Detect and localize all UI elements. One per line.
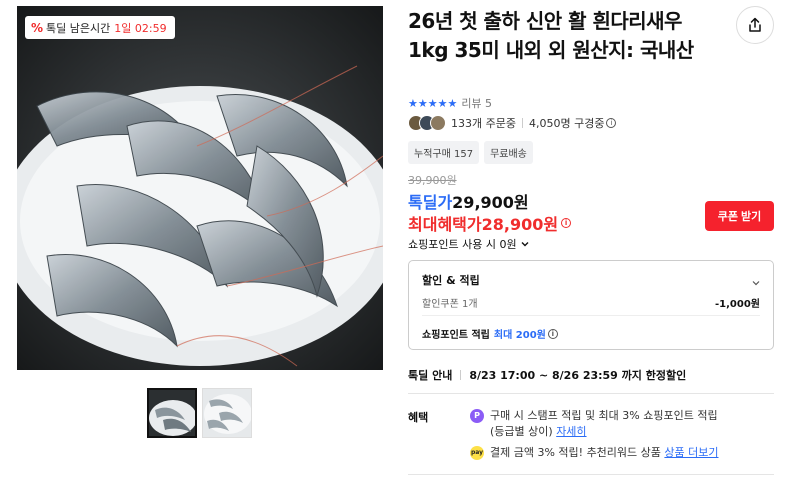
benefit-item: pay 결제 금액 3% 적립! 추천리워드 상품 상품 더보기 (470, 445, 719, 461)
order-count: 133개 주문중 (451, 117, 516, 130)
coupon-count: 할인쿠폰 1개 (422, 299, 478, 310)
max-benefit-price: 최대혜택가 28,900원 i (408, 211, 572, 235)
deal-timer-time: 1일 02:59 (114, 21, 167, 35)
chevron-down-icon (752, 281, 760, 286)
info-icon[interactable]: i (561, 218, 572, 228)
deal-price: 톡딜가29,900원 (408, 189, 529, 213)
pay-icon: pay (470, 446, 484, 460)
product-title: 26년 첫 출하 신안 활 흰다리새우 1kg 35미 내외 외 원산지: 국내… (408, 9, 694, 62)
info-icon[interactable]: i (606, 118, 617, 128)
point-use-label: 쇼핑포인트 사용 시 (408, 238, 496, 251)
percent-icon: % (31, 20, 44, 35)
deal-info-label: 톡딜 안내 (408, 369, 453, 382)
deal-timer-label: 톡딜 남은시간 (46, 21, 111, 35)
benefit-text: 결제 금액 3% 적립! 추천리워드 상품 (490, 446, 661, 459)
thumbnail-list (147, 388, 252, 438)
max-price-label: 최대혜택가 (408, 215, 482, 234)
point-icon: P (470, 409, 484, 423)
benefit-item: P 구매 시 스탬프 적립 및 최대 3% 쇼핑포인트 적립 (등급별 상이) … (470, 408, 718, 440)
point-use-value: 0원 (499, 238, 517, 251)
tag-free-shipping: 무료배송 (484, 141, 533, 164)
coupon-value: -1,000원 (715, 299, 760, 310)
tag-list: 누적구매 157 무료배송 (408, 141, 533, 164)
star-rating: ★★★★★ (408, 96, 458, 110)
divider (422, 315, 760, 316)
avatar (430, 115, 446, 131)
discount-box-title: 할인 & 적립 (422, 274, 480, 287)
original-price: 39,900원 (408, 174, 457, 187)
rating-row[interactable]: ★★★★★ 리뷰 5 (408, 95, 492, 111)
discount-box-toggle[interactable] (751, 273, 761, 292)
details-link[interactable]: 자세히 (556, 425, 586, 438)
share-icon (749, 17, 761, 32)
share-button[interactable] (736, 6, 774, 44)
deal-price-label: 톡딜가 (408, 193, 453, 212)
buyer-avatars (408, 115, 446, 131)
point-use-toggle[interactable]: 쇼핑포인트 사용 시 0원 (408, 236, 530, 252)
more-products-link[interactable]: 상품 더보기 (664, 446, 718, 459)
divider (521, 118, 523, 128)
deal-info-text: 8/23 17:00 ~ 8/26 23:59 까지 한정할인 (469, 369, 687, 382)
deal-timer-badge: % 톡딜 남은시간 1일 02:59 (25, 16, 175, 39)
divider (408, 393, 774, 394)
info-icon[interactable]: i (547, 328, 558, 339)
divider (408, 474, 774, 475)
max-price-value: 28,900원 (481, 215, 559, 234)
point-accrual: 쇼핑포인트 적립 최대 200원 i (422, 326, 558, 341)
point-accrual-value: 최대 200원 (493, 330, 546, 341)
tag-purchases: 누적구매 157 (408, 141, 480, 164)
deal-info: 톡딜 안내 8/23 17:00 ~ 8/26 23:59 까지 한정할인 (408, 367, 686, 383)
benefit-text: 구매 시 스탬프 적립 및 최대 3% 쇼핑포인트 적립 (490, 409, 718, 422)
chevron-down-icon (521, 242, 529, 247)
deal-price-value: 29,900원 (452, 193, 529, 212)
discount-box: 할인 & 적립 할인쿠폰 1개 -1,000원 쇼핑포인트 적립 최대 200원… (408, 260, 774, 350)
benefit-subtext: (등급별 상이) (490, 425, 553, 438)
point-accrual-label: 쇼핑포인트 적립 (422, 330, 490, 341)
viewer-count: 4,050명 구경중 (528, 117, 605, 130)
thumbnail-1[interactable] (147, 388, 197, 438)
buyers-row: 133개 주문중 4,050명 구경중 i (408, 115, 617, 131)
coupon-button[interactable]: 쿠폰 받기 (705, 201, 774, 231)
divider (460, 370, 462, 380)
review-link[interactable]: 리뷰 5 (461, 95, 492, 111)
thumbnail-2[interactable] (202, 388, 252, 438)
benefits-label: 혜택 (408, 411, 429, 424)
product-main-image[interactable]: % 톡딜 남은시간 1일 02:59 (17, 6, 383, 370)
